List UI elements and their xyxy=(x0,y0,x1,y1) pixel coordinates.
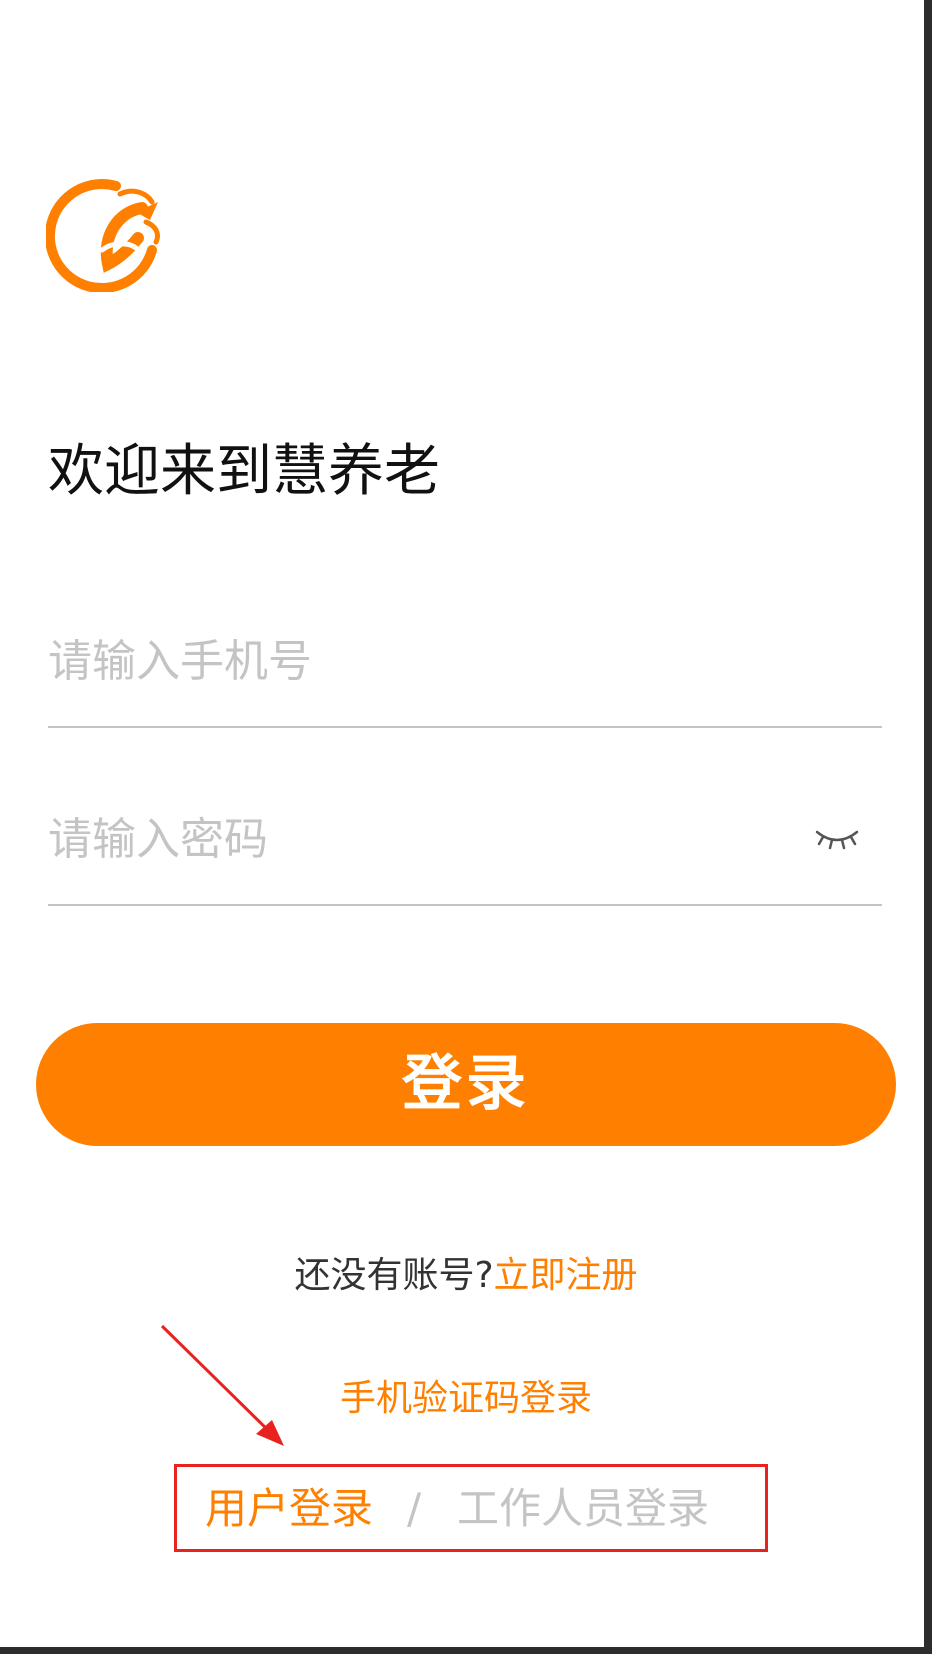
phone-input[interactable] xyxy=(48,620,808,702)
tab-user-login[interactable]: 用户登录 xyxy=(205,1479,373,1539)
register-link[interactable]: 立即注册 xyxy=(494,1255,638,1296)
annotation-arrow xyxy=(160,1324,284,1446)
tab-divider: / xyxy=(407,1484,422,1533)
tab-staff-login[interactable]: 工作人员登录 xyxy=(457,1479,709,1539)
register-prompt: 还没有账号?立即注册 xyxy=(0,1252,932,1300)
window-bottom-edge xyxy=(0,1647,932,1654)
register-question: 还没有账号? xyxy=(294,1255,494,1296)
login-button[interactable]: 登录 xyxy=(36,1023,896,1146)
password-field xyxy=(48,798,882,906)
welcome-title: 欢迎来到慧养老 xyxy=(48,439,440,504)
password-input[interactable] xyxy=(48,798,808,880)
eye-closed-icon[interactable] xyxy=(813,822,861,854)
app-logo xyxy=(46,179,161,292)
sms-login-link[interactable]: 手机验证码登录 xyxy=(0,1374,932,1424)
role-tabs: 用户登录 / 工作人员登录 xyxy=(174,1464,768,1552)
phone-field xyxy=(48,620,882,728)
